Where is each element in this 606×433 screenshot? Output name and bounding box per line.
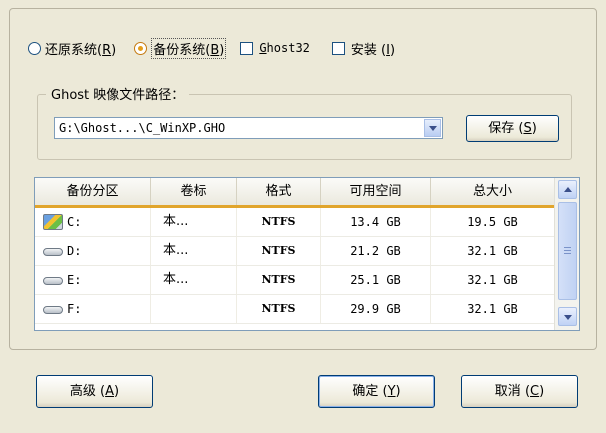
table-row[interactable]: C: 本... NTFS 13.4 GB 19.5 GB xyxy=(35,208,554,237)
format-cell: NTFS xyxy=(237,295,321,323)
restore-radio[interactable]: 还原系统(R) xyxy=(28,39,116,58)
image-path-combo[interactable]: G:\Ghost...\C_WinXP.GHO xyxy=(54,117,443,139)
scroll-up-arrow-icon[interactable] xyxy=(558,180,577,199)
advanced-hotkey: A xyxy=(105,384,115,399)
column-header-total-size[interactable]: 总大小 xyxy=(431,178,554,205)
volume-label-cell xyxy=(151,295,237,323)
ok-hotkey: Y xyxy=(387,384,396,399)
table-row[interactable]: E: 本... NTFS 25.1 GB 32.1 GB xyxy=(35,266,554,295)
ghost32-checkbox[interactable]: Ghost32 xyxy=(240,41,310,55)
format-cell: NTFS xyxy=(237,208,321,236)
column-header-format[interactable]: 格式 xyxy=(237,178,321,205)
scroll-thumb[interactable] xyxy=(558,202,577,300)
install-label: 安装 (I) xyxy=(350,42,396,58)
column-header-partition[interactable]: 备份分区 xyxy=(35,178,151,205)
total-size-cell: 32.1 GB xyxy=(467,273,518,287)
free-space-cell: 21.2 GB xyxy=(321,237,431,265)
total-size-cell: 32.1 GB xyxy=(467,302,518,316)
table-row[interactable]: F: NTFS 29.9 GB 32.1 GB xyxy=(35,295,554,324)
column-header-volume-label[interactable]: 卷标 xyxy=(151,178,237,205)
volume-label-cell: 本... xyxy=(151,266,237,294)
restore-label-text: 还原系统 xyxy=(45,42,98,58)
format-cell: NTFS xyxy=(237,266,321,294)
save-button-label: 保存 xyxy=(488,121,515,136)
total-size-cell: 19.5 GB xyxy=(467,215,518,229)
ghost32-label: Ghost32 xyxy=(259,41,310,55)
install-label-text: 安装 xyxy=(350,42,377,58)
cancel-hotkey: C xyxy=(530,384,540,399)
advanced-button-label: 高级 xyxy=(69,384,96,399)
backup-label: 备份系统(B) xyxy=(151,37,227,59)
scroll-grip-icon xyxy=(564,247,571,248)
free-space-cell: 29.9 GB xyxy=(321,295,431,323)
partition-cell: C: xyxy=(35,208,151,236)
table-row[interactable]: D: 本... NTFS 21.2 GB 32.1 GB xyxy=(35,237,554,266)
drive-letter: F: xyxy=(67,302,82,316)
hard-drive-icon xyxy=(43,277,63,285)
scroll-down-arrow-icon[interactable] xyxy=(558,307,577,326)
free-space-cell: 13.4 GB xyxy=(321,208,431,236)
volume-label-cell: 本... xyxy=(151,237,237,265)
restore-radio-circle[interactable] xyxy=(28,41,41,55)
restore-label: 还原系统(R) xyxy=(45,42,117,58)
scroll-grip-icon xyxy=(564,250,571,251)
advanced-button[interactable]: 高级 (A) xyxy=(36,375,153,408)
table-scrollbar[interactable] xyxy=(554,178,579,330)
image-path-group-title: Ghost 映像文件路径： xyxy=(46,84,190,103)
drive-letter: C: xyxy=(67,215,82,229)
ok-button-label: 确定 xyxy=(352,384,379,399)
column-header-free-space[interactable]: 可用空间 xyxy=(321,178,431,205)
install-checkbox[interactable]: 安装 (I) xyxy=(331,39,396,58)
image-path-value: G:\Ghost...\C_WinXP.GHO xyxy=(59,121,226,135)
hard-drive-icon xyxy=(43,248,63,256)
hard-drive-icon xyxy=(43,306,63,314)
install-checkbox-box[interactable] xyxy=(331,41,345,55)
cancel-button-label: 取消 xyxy=(494,384,521,399)
system-drive-icon xyxy=(43,214,63,230)
backup-label-text: 备份系统 xyxy=(153,42,206,58)
mode-options-row: 还原系统(R) 备份系统(B) Ghost32 安装 (I) xyxy=(28,36,395,60)
partition-table: 备份分区 卷标 格式 可用空间 总大小 C: 本... NTFS 13.4 GB… xyxy=(34,177,580,331)
ghost32-hotkey: G xyxy=(259,41,267,55)
install-hotkey: I xyxy=(386,42,390,58)
scroll-grip-icon xyxy=(564,253,571,254)
backup-radio[interactable]: 备份系统(B) xyxy=(134,37,227,59)
backup-radio-circle[interactable] xyxy=(134,41,148,55)
volume-label-cell: 本... xyxy=(151,208,237,236)
drive-letter: E: xyxy=(67,273,82,287)
table-header: 备份分区 卷标 格式 可用空间 总大小 xyxy=(35,178,554,208)
save-button[interactable]: 保存 (S) xyxy=(466,115,559,142)
backup-hotkey: B xyxy=(210,42,220,58)
combo-dropdown-arrow-icon[interactable] xyxy=(424,119,441,137)
partition-cell: E: xyxy=(35,266,151,294)
ghost32-checkbox-box[interactable] xyxy=(240,41,254,55)
drive-letter: D: xyxy=(67,244,82,258)
ok-button[interactable]: 确定 (Y) xyxy=(318,375,435,408)
partition-cell: F: xyxy=(35,295,151,323)
cancel-button[interactable]: 取消 (C) xyxy=(461,375,578,408)
free-space-cell: 25.1 GB xyxy=(321,266,431,294)
partition-cell: D: xyxy=(35,237,151,265)
total-size-cell: 32.1 GB xyxy=(467,244,518,258)
format-cell: NTFS xyxy=(237,237,321,265)
save-hotkey: S xyxy=(523,121,532,136)
restore-hotkey: R xyxy=(102,42,112,58)
ghost32-label-text: host32 xyxy=(266,41,310,55)
